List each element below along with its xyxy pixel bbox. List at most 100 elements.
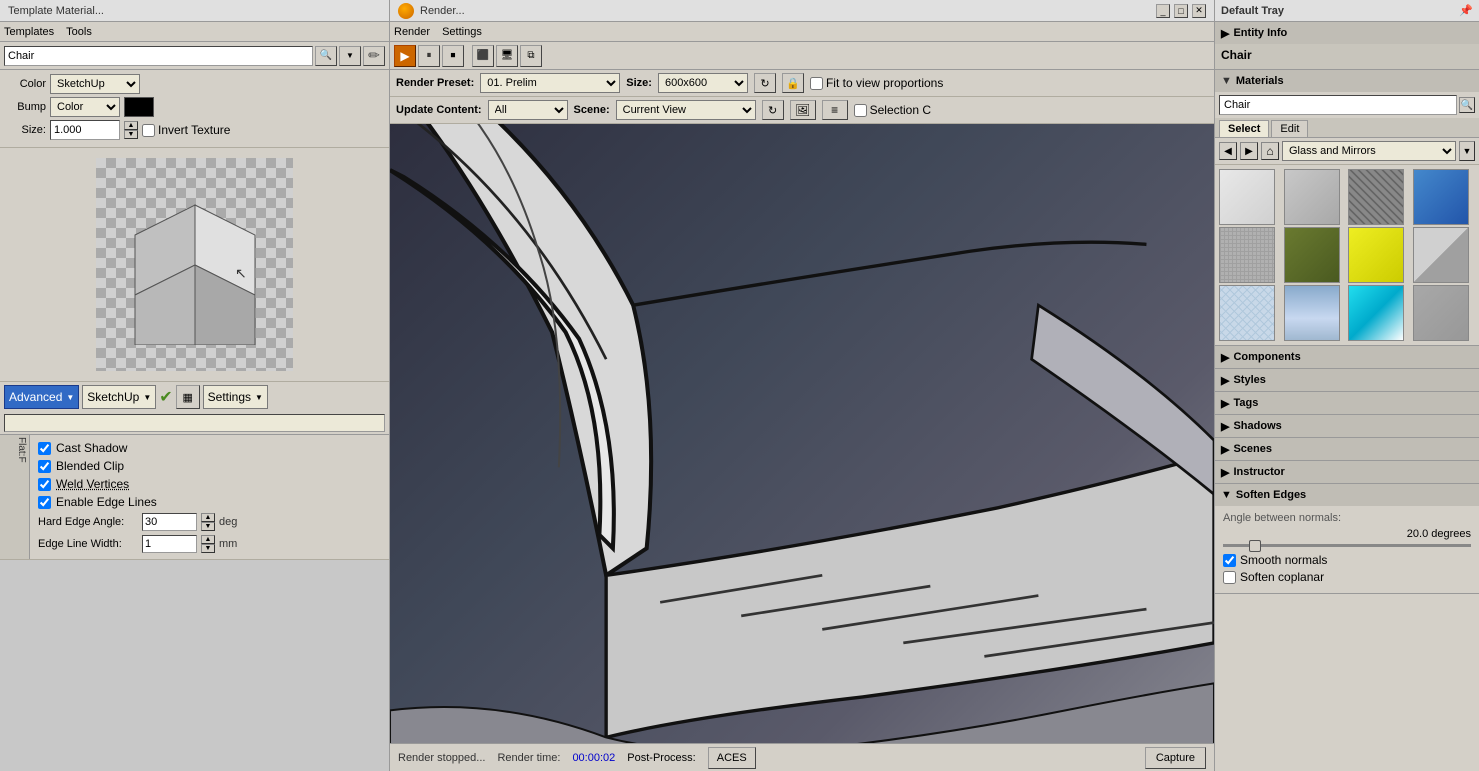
mat-swatch-4[interactable] <box>1413 169 1469 225</box>
render-compare-btn[interactable]: ⧉ <box>520 45 542 67</box>
menu-tools[interactable]: Tools <box>66 26 92 38</box>
scenes-header[interactable]: ▶ Scenes <box>1215 438 1479 460</box>
dropdown-arrow-btn[interactable]: ▼ <box>339 46 361 66</box>
tab-select[interactable]: Select <box>1219 120 1269 137</box>
invert-texture-checkbox[interactable] <box>142 124 155 137</box>
capture-button[interactable]: Capture <box>1145 747 1206 769</box>
styles-header[interactable]: ▶ Styles <box>1215 369 1479 391</box>
close-btn[interactable]: ✕ <box>1192 4 1206 18</box>
advanced-dropdown-btn[interactable]: Advanced ▼ <box>4 385 79 409</box>
angle-slider[interactable] <box>1223 544 1471 547</box>
tags-header[interactable]: ▶ Tags <box>1215 392 1479 414</box>
tray-pin-btn[interactable]: 📌 <box>1459 4 1473 17</box>
render-region-btn[interactable]: ⬛ <box>472 45 494 67</box>
checkmark-btn[interactable]: ✔ <box>159 387 172 407</box>
mat-search-icon[interactable]: 🔍 <box>1459 97 1475 113</box>
settings-dropdown-btn[interactable]: Settings ▼ <box>203 385 268 409</box>
nav-back-btn[interactable]: ◀ <box>1219 142 1237 160</box>
color-select[interactable]: SketchUp <box>50 74 140 94</box>
size-select[interactable]: 600x600 <box>658 73 748 93</box>
components-header[interactable]: ▶ Components <box>1215 346 1479 368</box>
render-play-btn[interactable]: ▶ <box>394 45 416 67</box>
menu-templates[interactable]: Templates <box>4 26 54 38</box>
blended-clip-checkbox[interactable] <box>38 460 51 473</box>
entity-info-section: ▶ Entity Info Chair <box>1215 22 1479 70</box>
category-dropdown[interactable]: Glass and Mirrors <box>1282 141 1456 161</box>
cast-shadow-checkbox[interactable] <box>38 442 51 455</box>
weld-vertices-checkbox[interactable] <box>38 478 51 491</box>
selection-c-checkbox[interactable] <box>854 104 867 117</box>
mat-swatch-11[interactable] <box>1348 285 1404 341</box>
mat-swatch-3[interactable] <box>1348 169 1404 225</box>
size-up[interactable]: ▲ <box>124 121 138 130</box>
material-name-input[interactable] <box>4 414 385 432</box>
advanced-arrow: ▼ <box>66 393 74 402</box>
menu-settings[interactable]: Settings <box>442 26 482 38</box>
render-pause-btn[interactable]: ⏸ <box>418 45 440 67</box>
pipette-button[interactable]: ✏ <box>363 46 385 66</box>
mat-swatch-7[interactable] <box>1348 227 1404 283</box>
fit-to-view-checkbox[interactable] <box>810 77 823 90</box>
render-viewport-btn[interactable]: 🖥 <box>496 45 518 67</box>
tab-edit[interactable]: Edit <box>1271 120 1308 137</box>
scene-list-btn[interactable]: ≡ <box>822 100 848 120</box>
hard-edge-down[interactable]: ▼ <box>201 522 215 531</box>
smooth-normals-row: Smooth normals <box>1223 553 1471 567</box>
search-button[interactable]: 🔍 <box>315 46 337 66</box>
mat-swatch-8[interactable] <box>1413 227 1469 283</box>
render-refresh-btn[interactable]: ↻ <box>754 73 776 93</box>
soften-edges-content: Angle between normals: 20.0 degrees Smoo… <box>1215 506 1479 593</box>
entity-info-header[interactable]: ▶ Entity Info <box>1215 22 1479 44</box>
scene-icon-btn[interactable]: 🖼 <box>790 100 816 120</box>
instructor-header[interactable]: ▶ Instructor <box>1215 461 1479 483</box>
size-down[interactable]: ▼ <box>124 130 138 139</box>
mat-menu-btn[interactable]: ▼ <box>1459 141 1475 161</box>
tags-arrow-icon: ▶ <box>1221 397 1229 410</box>
shadows-header[interactable]: ▶ Shadows <box>1215 415 1479 437</box>
bump-select[interactable]: Color <box>50 97 120 117</box>
materials-header[interactable]: ▼ Materials <box>1215 70 1479 92</box>
soften-coplanar-checkbox[interactable] <box>1223 571 1236 584</box>
maximize-btn[interactable]: □ <box>1174 4 1188 18</box>
mat-swatch-1[interactable] <box>1219 169 1275 225</box>
sketchup-label: SketchUp <box>87 390 139 404</box>
mat-swatch-5[interactable] <box>1219 227 1275 283</box>
mat-swatch-12[interactable] <box>1413 285 1469 341</box>
mat-swatch-6[interactable] <box>1284 227 1340 283</box>
mat-swatch-10[interactable] <box>1284 285 1340 341</box>
materials-search-input[interactable] <box>1219 95 1457 115</box>
render-preset-select[interactable]: 01. Prelim <box>480 73 620 93</box>
hard-edge-angle-input[interactable] <box>142 513 197 531</box>
edge-line-down[interactable]: ▼ <box>201 544 215 553</box>
menu-render[interactable]: Render <box>394 26 430 38</box>
scene-refresh-btn[interactable]: ↻ <box>762 100 784 120</box>
nav-forward-btn[interactable]: ▶ <box>1240 142 1258 160</box>
blended-clip-item: Blended Clip <box>30 457 389 475</box>
material-search-input[interactable] <box>4 46 313 66</box>
render-panel: Render... _ □ ✕ Render Settings ▶ ⏸ ⏹ ⬛ … <box>390 0 1214 771</box>
sketchup-arrow: ▼ <box>143 393 151 402</box>
styles-label: Styles <box>1233 374 1265 386</box>
edge-line-up[interactable]: ▲ <box>201 535 215 544</box>
render-lock-btn[interactable]: 🔒 <box>782 73 804 93</box>
render-controls: Render Preset: 01. Prelim Size: 600x600 … <box>390 70 1214 97</box>
soften-edges-header[interactable]: ▼ Soften Edges <box>1215 484 1479 506</box>
nav-home-btn[interactable]: ⌂ <box>1261 142 1279 160</box>
update-content-select[interactable]: All <box>488 100 568 120</box>
sketchup-dropdown-btn[interactable]: SketchUp ▼ <box>82 385 156 409</box>
minimize-btn[interactable]: _ <box>1156 4 1170 18</box>
mat-swatch-2[interactable] <box>1284 169 1340 225</box>
smooth-normals-checkbox[interactable] <box>1223 554 1236 567</box>
color-swatch[interactable] <box>124 97 154 117</box>
material-toolbar: Advanced ▼ SketchUp ▼ ✔ ▦ Settings ▼ <box>0 381 389 412</box>
scene-select[interactable]: Current View <box>616 100 756 120</box>
mat-swatch-9[interactable] <box>1219 285 1275 341</box>
hard-edge-up[interactable]: ▲ <box>201 513 215 522</box>
render-icon <box>398 3 414 19</box>
size-input[interactable] <box>50 120 120 140</box>
edge-line-width-input[interactable] <box>142 535 197 553</box>
aces-button[interactable]: ACES <box>708 747 756 769</box>
render-stop-btn[interactable]: ⏹ <box>442 45 464 67</box>
enable-edge-lines-checkbox[interactable] <box>38 496 51 509</box>
grid-icon-btn[interactable]: ▦ <box>176 385 200 409</box>
